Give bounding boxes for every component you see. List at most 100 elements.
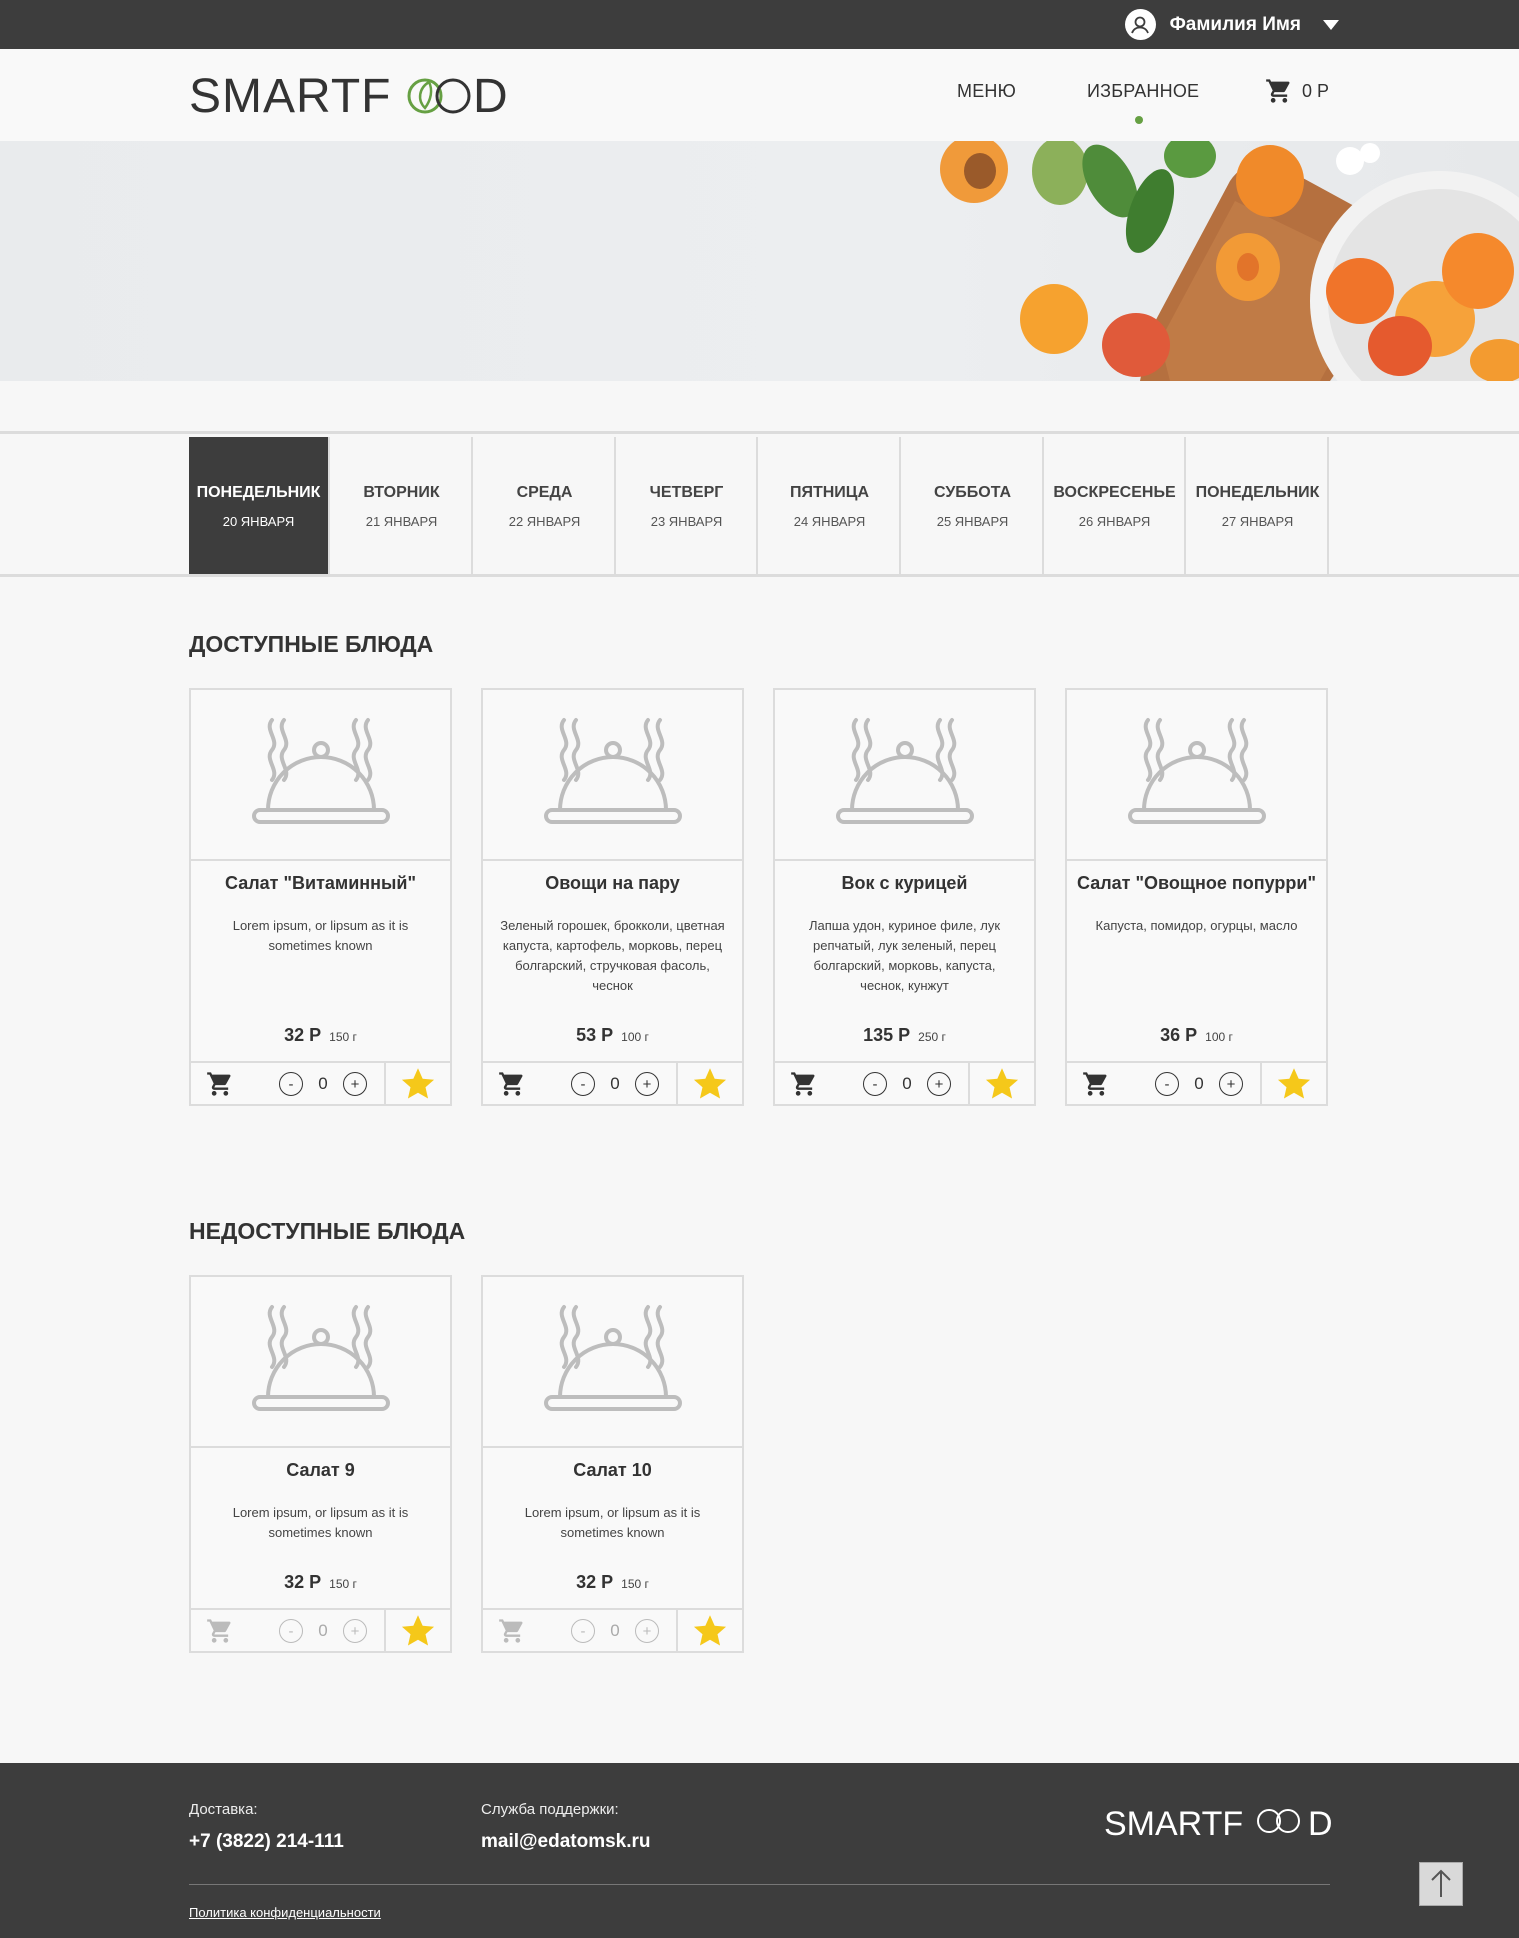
scroll-to-top-button[interactable] [1419, 1862, 1463, 1906]
available-title: ДОСТУПНЫЕ БЛЮДА [189, 631, 434, 657]
tab-day-3[interactable]: СРЕДА 22 ЯНВАРЯ [475, 437, 616, 574]
favorite-button[interactable] [384, 1610, 450, 1651]
add-to-cart-icon[interactable] [789, 1070, 819, 1098]
dish-weight: 100 г [621, 1030, 649, 1044]
dish-controls: - 0 + [191, 1061, 450, 1104]
star-icon [693, 1614, 727, 1646]
increment-button[interactable]: + [1219, 1072, 1243, 1096]
tab-day-2[interactable]: ВТОРНИК 21 ЯНВАРЯ [332, 437, 473, 574]
privacy-policy-link[interactable]: Политика конфиденциальности [189, 1905, 381, 1920]
day-date: 21 ЯНВАРЯ [365, 514, 438, 529]
day-name: ЧЕТВЕРГ [649, 484, 724, 501]
decrement-button[interactable]: - [279, 1072, 303, 1096]
tab-day-4[interactable]: ЧЕТВЕРГ 23 ЯНВАРЯ [617, 437, 758, 574]
decrement-button[interactable]: - [863, 1072, 887, 1096]
dish-price-row: 32 Р 150 г [191, 1572, 450, 1593]
day-date: 27 ЯНВАРЯ [1221, 514, 1294, 529]
unavailable-title: НЕДОСТУПНЫЕ БЛЮДА [189, 1218, 466, 1244]
day-date: 22 ЯНВАРЯ [508, 514, 581, 529]
dish-description: Лапша удон, куриное филе, лук репчатый, … [808, 918, 1001, 993]
star-icon [693, 1067, 727, 1099]
logo-text: SMARTF [189, 70, 391, 117]
tab-day-6[interactable]: СУББОТА 25 ЯНВАРЯ [903, 437, 1044, 574]
decrement-button: - [571, 1619, 595, 1643]
increment-button[interactable]: + [635, 1072, 659, 1096]
dish-description: Lorem ipsum, or lipsum as it is sometime… [524, 1505, 701, 1540]
top-bar: Фамилия Имя [0, 0, 1519, 49]
quantity-stepper: - 0 + [571, 1619, 659, 1643]
footer-logo-text: SMARTF [1104, 1805, 1243, 1839]
favorite-button[interactable] [1260, 1063, 1326, 1104]
tab-day-5[interactable]: ПЯТНИЦА 24 ЯНВАРЯ [760, 437, 901, 574]
dish-name: Салат "Овощное попурри" [1076, 873, 1317, 893]
tab-day-7[interactable]: ВОСКРЕСЕНЬЕ 26 ЯНВАРЯ [1045, 437, 1186, 574]
dish-weight: 150 г [621, 1577, 649, 1591]
cloche-icon [191, 1277, 450, 1448]
day-name: ВОСКРЕСЕНЬЕ [1053, 484, 1176, 501]
dish-name: Салат 10 [573, 1460, 652, 1480]
dish-weight: 100 г [1205, 1030, 1233, 1044]
quantity-stepper: - 0 + [863, 1072, 951, 1096]
dish-description: Lorem ipsum, or lipsum as it is sometime… [232, 918, 409, 953]
delivery-phone-link[interactable]: +7 (3822) 214-111 [189, 1831, 344, 1853]
dish-price: 32 Р [284, 1025, 322, 1045]
increment-button[interactable]: + [343, 1072, 367, 1096]
tab-day-1[interactable]: ПОНЕДЕЛЬНИК 20 ЯНВАРЯ [189, 437, 330, 574]
day-name: ПОНЕДЕЛЬНИК [196, 484, 321, 501]
decrement-button[interactable]: - [571, 1072, 595, 1096]
dish-price: 135 Р [863, 1025, 911, 1045]
favorite-button[interactable] [968, 1063, 1034, 1104]
day-name: ПЯТНИЦА [789, 484, 870, 501]
day-date: 24 ЯНВАРЯ [793, 514, 866, 529]
user-icon [1124, 9, 1156, 40]
dish-price-row: 32 Р 150 г [483, 1572, 742, 1593]
dish-weight: 150 г [329, 1577, 357, 1591]
cloche-icon [483, 1277, 742, 1448]
nav-favorites[interactable]: ИЗБРАННОЕ [1087, 81, 1199, 102]
day-name: СРЕДА [516, 484, 573, 501]
tab-day-8[interactable]: ПОНЕДЕЛЬНИК 27 ЯНВАРЯ [1188, 437, 1329, 574]
dish-price: 53 Р [576, 1025, 614, 1045]
support-email-link[interactable]: mail@edatomsk.ru [481, 1831, 651, 1853]
caret-down-icon[interactable] [1323, 19, 1339, 30]
dish-price: 32 Р [284, 1572, 322, 1592]
quantity-value: 0 [610, 1621, 620, 1640]
dish-name: Салат 9 [286, 1460, 355, 1480]
quantity-value: 0 [318, 1621, 328, 1640]
quantity-stepper: - 0 + [279, 1619, 367, 1643]
cloche-icon [191, 690, 450, 861]
day-date: 25 ЯНВАРЯ [936, 514, 1009, 529]
favorite-button[interactable] [384, 1063, 450, 1104]
nav-menu[interactable]: МЕНЮ [957, 81, 1016, 102]
user-name: Фамилия Имя [1169, 13, 1301, 35]
dish-price: 36 Р [1160, 1025, 1198, 1045]
decrement-button[interactable]: - [1155, 1072, 1179, 1096]
dish-card: Салат "Витаминный" Lorem ipsum, or lipsu… [189, 688, 452, 1106]
dish-description: Зеленый горошек, брокколи, цветная капус… [500, 918, 725, 993]
add-to-cart-icon[interactable] [497, 1070, 527, 1098]
add-to-cart-icon [499, 1618, 523, 1643]
user-menu[interactable]: Фамилия Имя [1124, 9, 1339, 40]
favorite-button[interactable] [676, 1063, 742, 1104]
arrow-up-icon [1431, 1869, 1451, 1897]
increment-button[interactable]: + [927, 1072, 951, 1096]
star-icon [401, 1067, 435, 1099]
cart-icon [1266, 79, 1290, 103]
dish-name: Вок с курицей [841, 873, 968, 893]
quantity-stepper: - 0 + [1155, 1072, 1243, 1096]
header: SMARTF D МЕНЮ ИЗБРАННОЕ 0 Р [0, 49, 1519, 141]
day-name: ПОНЕДЕЛЬНИК [1195, 484, 1320, 501]
dish-weight: 250 г [918, 1030, 946, 1044]
add-to-cart-icon[interactable] [205, 1070, 235, 1098]
dish-controls: - 0 + [191, 1608, 450, 1651]
favorite-button[interactable] [676, 1610, 742, 1651]
logo[interactable]: SMARTF D [189, 69, 509, 123]
add-to-cart-icon[interactable] [1081, 1070, 1111, 1098]
day-name: СУББОТА [933, 484, 1012, 501]
dish-card: Салат "Овощное попурри" Капуста, помидор… [1065, 688, 1328, 1106]
footer-logo[interactable]: SMARTF D [1104, 1803, 1333, 1844]
dish-price-row: 53 Р 100 г [483, 1025, 742, 1046]
header-cart[interactable]: 0 Р [1264, 77, 1329, 105]
fruit-photo [940, 141, 1519, 381]
dish-controls: - 0 + [775, 1061, 1034, 1104]
